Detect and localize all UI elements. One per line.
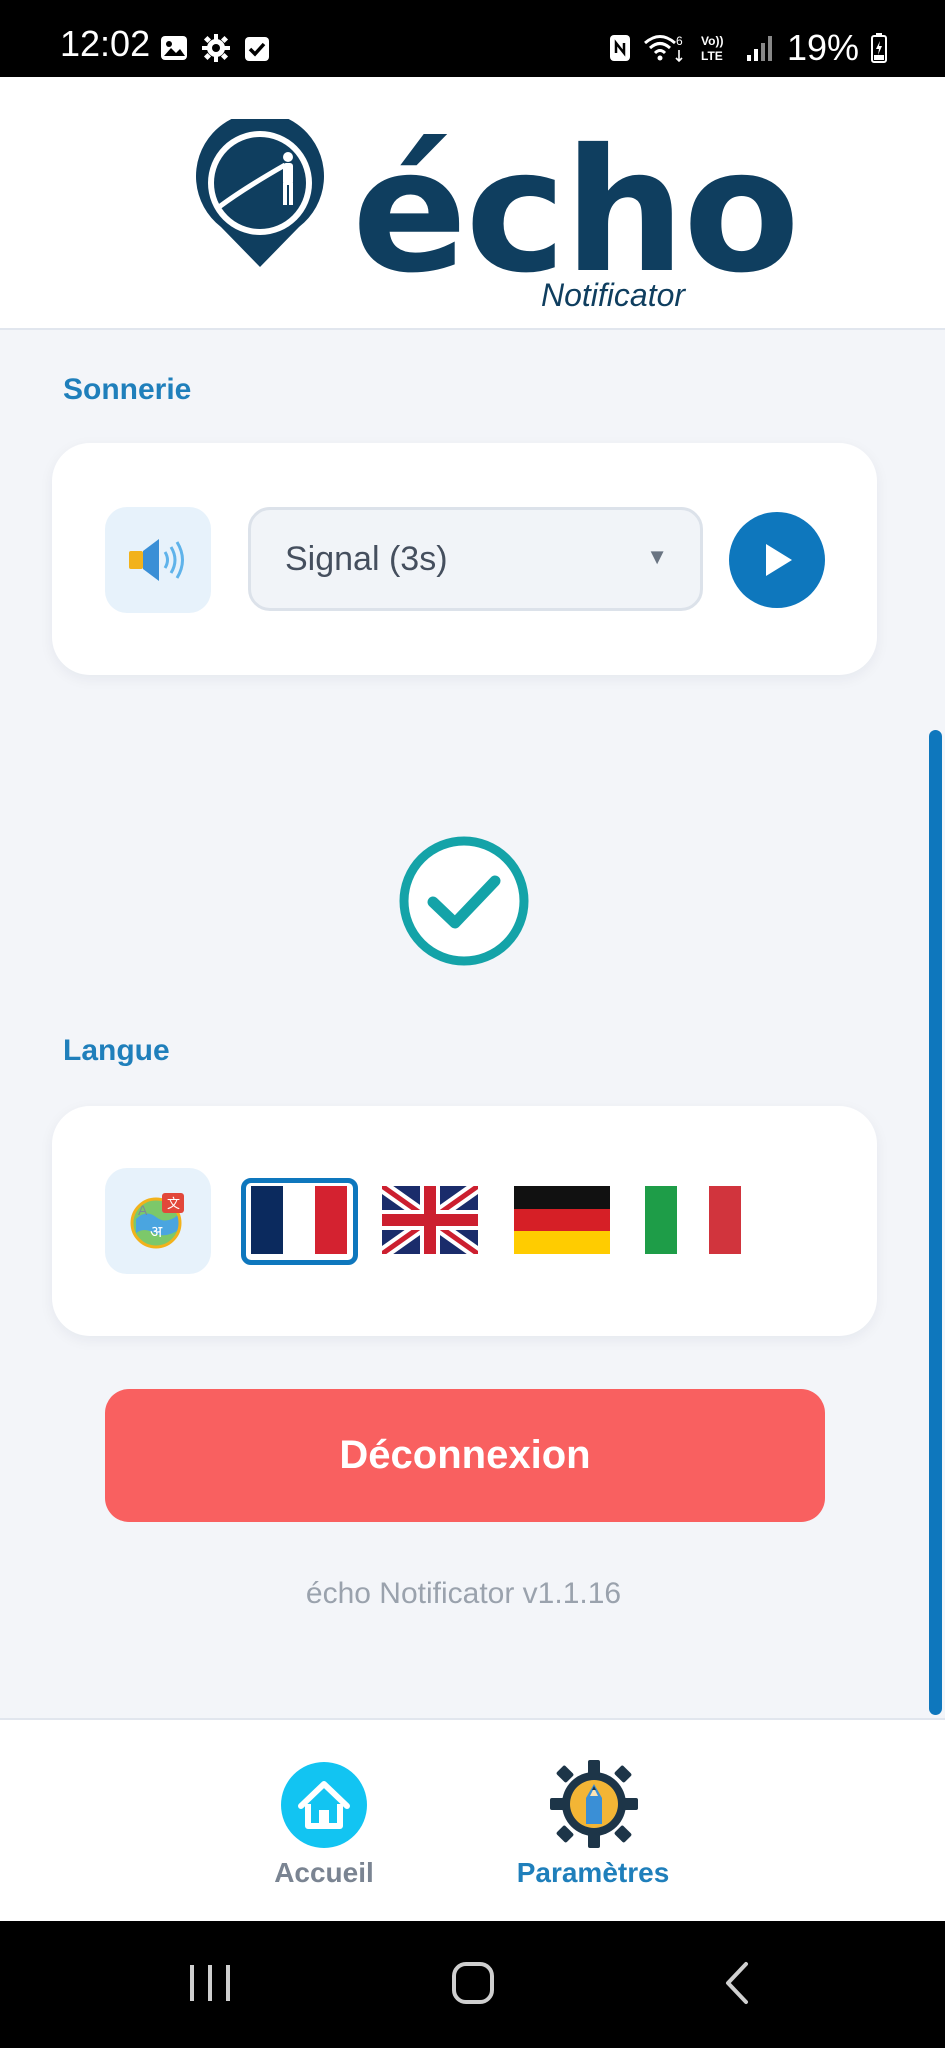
- gear-icon: [202, 34, 230, 62]
- ringtone-select[interactable]: Signal (3s) ▼: [248, 507, 703, 611]
- langue-title: Langue: [63, 1034, 170, 1067]
- scrollbar[interactable]: [929, 730, 942, 1715]
- de-flag-icon[interactable]: [514, 1186, 610, 1254]
- svg-text:LTE: LTE: [701, 49, 723, 63]
- logout-button[interactable]: Déconnexion: [105, 1389, 825, 1522]
- signal-icon: [746, 36, 772, 61]
- logo-wordmark: écho: [352, 113, 800, 311]
- status-icons-right: 6 Vo)) LTE 19%: [609, 30, 887, 66]
- translate-icon: 文 A अ: [130, 1193, 184, 1249]
- app-header: écho Notificator: [0, 77, 945, 330]
- app-version: écho Notificator v1.1.16: [305, 1577, 622, 1610]
- check-circle-icon: [399, 836, 529, 966]
- home-icon: [281, 1762, 367, 1848]
- recent-apps-icon[interactable]: [188, 1959, 232, 2007]
- status-time: 12:02: [60, 23, 151, 64]
- home-nav-icon[interactable]: [451, 1959, 495, 2007]
- status-icons-left: [160, 34, 270, 62]
- battery-percentage: 19%: [786, 27, 859, 68]
- battery-icon: [871, 33, 887, 63]
- it-flag-icon[interactable]: [645, 1186, 741, 1254]
- svg-text:文: 文: [167, 1197, 180, 1212]
- nfc-icon: [609, 35, 630, 61]
- svg-text:Vo)): Vo)): [701, 34, 723, 48]
- bottom-nav: Accueil Paramètres: [0, 1718, 945, 1921]
- settings-gear-icon: [550, 1760, 638, 1848]
- nav-home-label: Accueil: [274, 1857, 374, 1888]
- checkbox-icon: [245, 37, 269, 61]
- nav-settings-label: Paramètres: [516, 1857, 670, 1888]
- chevron-down-icon: ▼: [646, 544, 668, 569]
- wifi-icon: 6: [643, 34, 683, 63]
- volte-icon: Vo))LTE: [701, 34, 723, 63]
- logo-subtitle: Notificator: [541, 277, 686, 313]
- echo-logo-icon: [196, 119, 324, 267]
- uk-flag-icon[interactable]: [382, 1186, 478, 1254]
- svg-text:A: A: [138, 1202, 148, 1218]
- play-icon: [766, 544, 792, 576]
- play-button[interactable]: [729, 512, 825, 608]
- fr-flag-icon[interactable]: [251, 1186, 347, 1254]
- svg-text:अ: अ: [150, 1222, 163, 1241]
- system-nav-bar: [0, 1921, 945, 2048]
- image-icon: [161, 36, 187, 60]
- speaker-icon: [129, 539, 184, 581]
- back-icon[interactable]: [722, 1959, 752, 2007]
- status-bar: 12:02 6 Vo)) LTE 19%: [0, 0, 945, 77]
- sonnerie-title: Sonnerie: [63, 373, 192, 406]
- speaker-tile: [105, 507, 211, 613]
- ringtone-select-value: Signal (3s): [285, 540, 448, 578]
- translate-tile: 文 A अ: [105, 1168, 211, 1274]
- nav-home[interactable]: Accueil: [224, 1742, 424, 1912]
- svg-text:6: 6: [676, 34, 683, 48]
- nav-settings[interactable]: Paramètres: [493, 1742, 693, 1912]
